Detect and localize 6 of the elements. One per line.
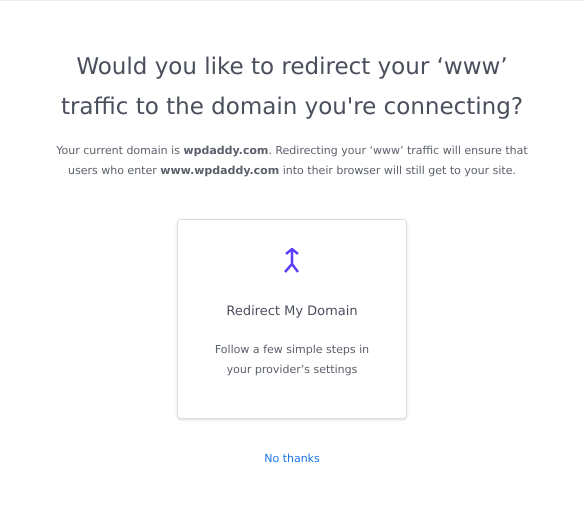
option-description: Follow a few simple steps in your provider’s settings [214,342,370,378]
no-thanks-link[interactable]: No thanks [264,451,320,468]
dialog-title: Would you like to redirect your ‘www’ traffic to the domain you're connecting? [60,53,524,122]
redirect-option-card[interactable]: Redirect My Domain Follow a few simple steps in your provider’s settings [177,219,407,419]
option-title: Redirect My Domain [226,303,358,321]
description-text: Your current domain is wpdaddy.com. Redirecting your ‘www’ traffic will ensure that users who enter www.wpdaddy.com into their browser will still get to your site. [55,143,529,179]
